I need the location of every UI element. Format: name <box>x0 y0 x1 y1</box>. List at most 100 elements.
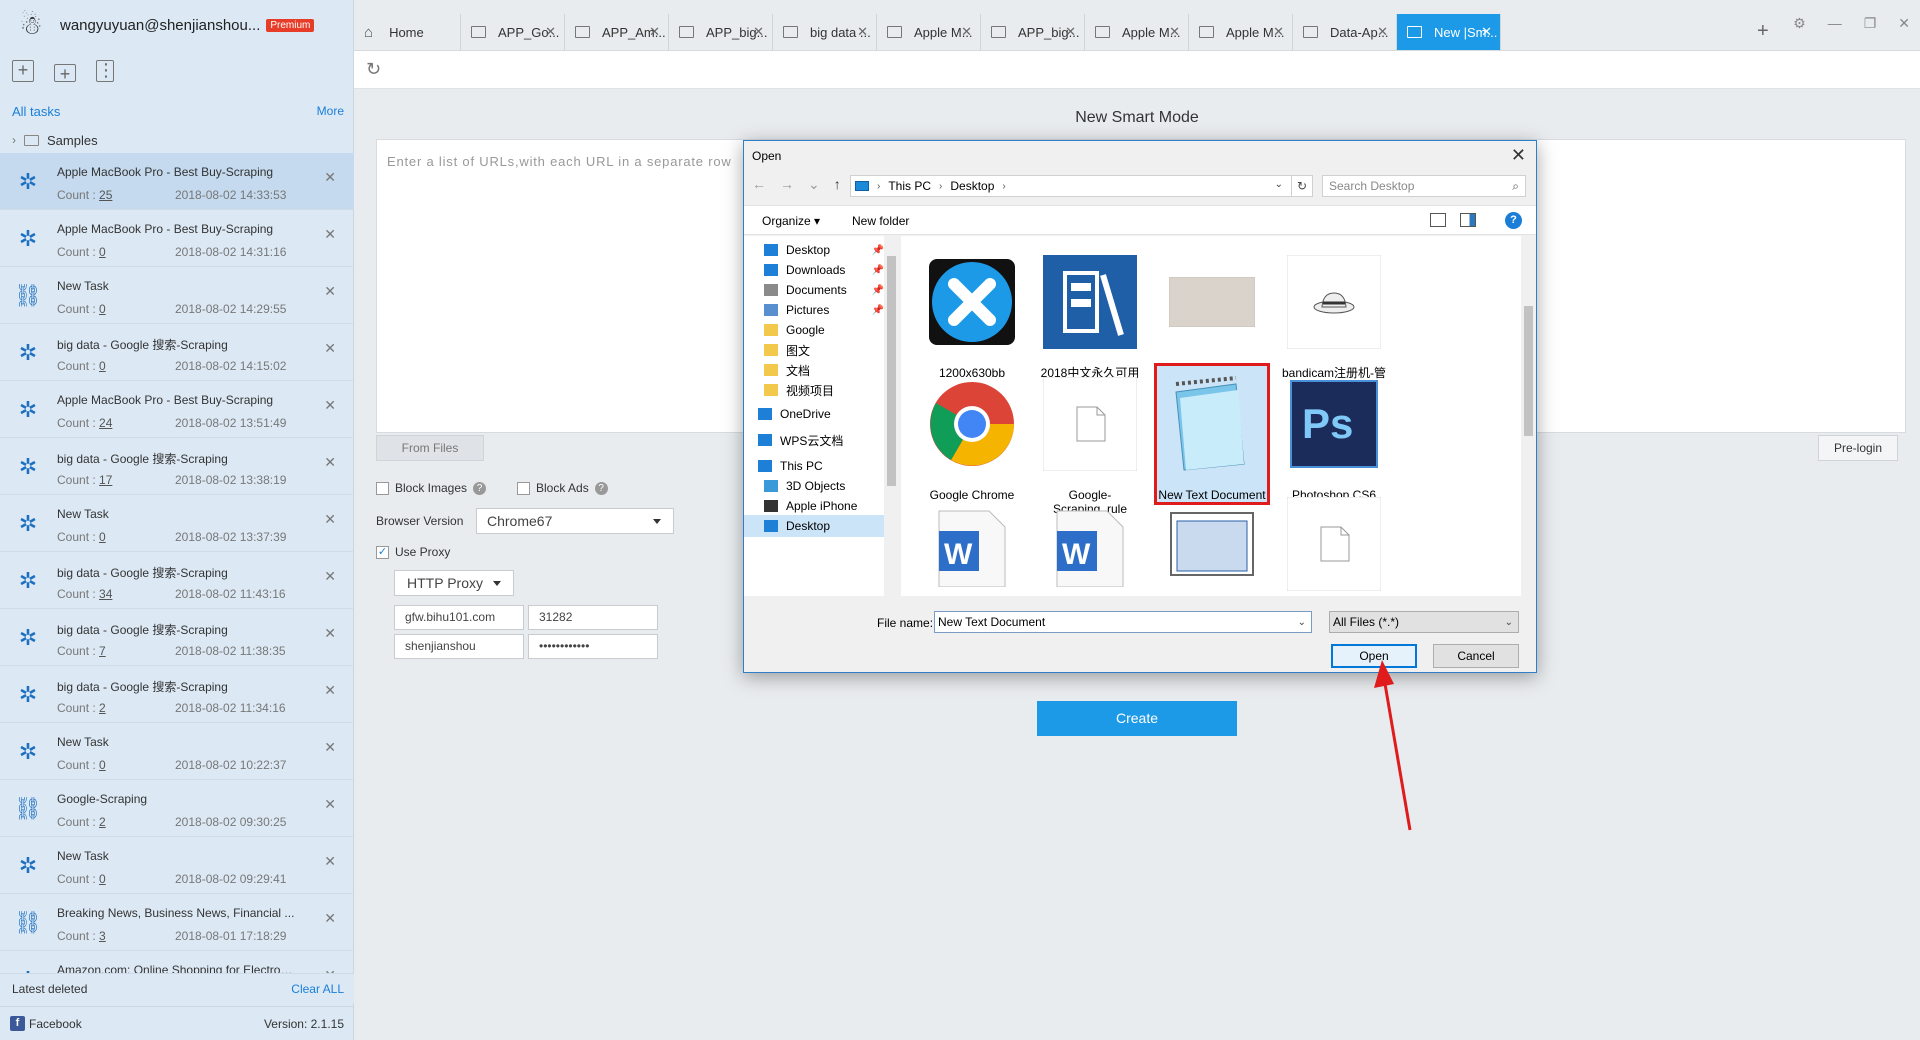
task-title[interactable]: big data - Google 搜索-Scraping <box>57 564 297 581</box>
tab[interactable]: APP_Go... ✕ <box>461 14 565 50</box>
task-count-value[interactable]: 0 <box>99 530 106 544</box>
task-count-value[interactable]: 0 <box>99 245 106 259</box>
close-window-icon[interactable]: ✕ <box>1898 15 1910 32</box>
proxy-password-input[interactable]: •••••••••••• <box>528 634 658 659</box>
task-title[interactable]: New Task <box>57 507 297 521</box>
task-item[interactable]: ✲ big data - Google 搜索-Scraping Count : 34… <box>0 552 354 609</box>
file-item[interactable]: W <box>917 486 1027 596</box>
close-icon[interactable]: ✕ <box>324 739 336 756</box>
tree-item[interactable]: 视频项目 <box>744 379 884 401</box>
close-icon[interactable]: ✕ <box>324 283 336 300</box>
tab-close-icon[interactable]: ✕ <box>649 24 660 40</box>
tab-close-icon[interactable]: ✕ <box>961 24 972 40</box>
dialog-help-icon[interactable]: ? <box>1505 212 1522 229</box>
pin-icon[interactable]: 📌 <box>872 285 884 296</box>
task-item[interactable]: ✲ big data - Google 搜索-Scraping Count : 7 2… <box>0 609 354 666</box>
tree-item[interactable]: Documents 📌 <box>744 279 884 301</box>
task-title[interactable]: New Task <box>57 849 297 863</box>
task-item[interactable]: ✲ big data - Google 搜索-Scraping Count : 0 2… <box>0 324 354 381</box>
task-count-value[interactable]: 25 <box>99 188 112 202</box>
facebook-link[interactable]: f Facebook <box>10 1016 82 1031</box>
trash-icon[interactable]: ⋮ <box>96 60 115 82</box>
tree-scrollbar-thumb[interactable] <box>887 256 896 486</box>
block-images-checkbox[interactable] <box>376 481 389 495</box>
tab-close-icon[interactable]: ✕ <box>1377 24 1388 40</box>
back-arrow-icon[interactable]: ← <box>752 176 766 193</box>
task-item[interactable]: ✲ New Task Count : 0 2018-08-02 13:37:39 ✕ <box>0 495 354 552</box>
file-name-input[interactable]: New Text Document ⌄ <box>934 611 1312 633</box>
file-type-filter[interactable]: All Files (*.*) ⌄ <box>1329 611 1519 633</box>
refresh-icon[interactable]: ↻ <box>366 59 381 80</box>
close-icon[interactable]: ✕ <box>324 340 336 357</box>
close-icon[interactable]: ✕ <box>324 454 336 471</box>
tab-close-icon[interactable]: ✕ <box>1273 24 1284 40</box>
task-title[interactable]: Apple MacBook Pro - Best Buy-Scraping <box>57 222 297 236</box>
proxy-port-input[interactable]: 31282 <box>528 605 658 630</box>
tree-item[interactable]: Google <box>744 319 884 341</box>
task-title[interactable]: big data - Google 搜索-Scraping <box>57 336 297 353</box>
use-proxy-option[interactable]: ✓ Use Proxy <box>376 545 450 559</box>
files-scrollbar[interactable] <box>1521 236 1536 596</box>
username[interactable]: wangyuyuan@shenjianshou... <box>60 17 260 34</box>
close-icon[interactable]: ✕ <box>324 568 336 585</box>
task-count-value[interactable]: 0 <box>99 302 106 316</box>
task-title[interactable]: Amazon.com: Online Shopping for Electron… <box>57 963 297 973</box>
help-icon[interactable]: ? <box>594 481 608 495</box>
block-ads-option[interactable]: Block Ads ? <box>517 481 608 495</box>
cancel-button[interactable]: Cancel <box>1433 644 1519 668</box>
tab-close-icon[interactable]: ✕ <box>545 24 556 40</box>
from-files-button[interactable]: From Files <box>376 435 484 461</box>
proxy-user-input[interactable]: shenjianshou <box>394 634 524 659</box>
clear-all-link[interactable]: Clear ALL <box>291 982 344 996</box>
task-count-value[interactable]: 34 <box>99 587 112 601</box>
tab-close-icon[interactable]: ✕ <box>1065 24 1076 40</box>
task-count-value[interactable]: 0 <box>99 359 106 373</box>
task-item[interactable]: ✲ New Task Count : 0 2018-08-02 10:22:37 ✕ <box>0 723 354 780</box>
avatar-icon[interactable]: ☃ <box>14 8 48 42</box>
task-count-value[interactable]: 2 <box>99 815 106 829</box>
pin-icon[interactable]: 📌 <box>872 305 884 316</box>
files-scrollbar-thumb[interactable] <box>1524 306 1533 436</box>
close-icon[interactable]: ✕ <box>324 397 336 414</box>
tree-item[interactable]: Downloads 📌 <box>744 259 884 281</box>
samples-folder[interactable]: › Samples <box>0 128 354 152</box>
tree-item[interactable]: 文档 <box>744 359 884 381</box>
task-title[interactable]: big data - Google 搜索-Scraping <box>57 450 297 467</box>
tab[interactable]: big data ... ✕ <box>773 14 877 50</box>
task-count-value[interactable]: 2 <box>99 701 106 715</box>
tab[interactable]: Apple M... ✕ <box>1189 14 1293 50</box>
task-item[interactable]: ⛓ New Task Count : 0 2018-08-02 14:29:55 ✕ <box>0 267 354 324</box>
breadcrumb-this-pc[interactable]: This PC <box>888 179 931 193</box>
use-proxy-checkbox[interactable]: ✓ <box>376 545 389 559</box>
close-icon[interactable]: ✕ <box>324 682 336 699</box>
file-item[interactable]: New Text Document <box>1154 363 1270 505</box>
tree-item[interactable]: 图文 <box>744 339 884 361</box>
close-icon[interactable]: ✕ <box>324 511 336 528</box>
restore-icon[interactable]: ❐ <box>1864 15 1877 32</box>
pin-icon[interactable]: 📌 <box>872 265 884 276</box>
tree-item[interactable]: Apple iPhone <box>744 495 884 517</box>
task-title[interactable]: New Task <box>57 279 297 293</box>
file-item[interactable] <box>1279 486 1389 596</box>
task-item[interactable]: ✲ big data - Google 搜索-Scraping Count : 22… <box>0 666 354 723</box>
tree-scrollbar[interactable] <box>884 236 899 596</box>
file-item[interactable]: Google Chrome <box>917 366 1027 502</box>
task-item[interactable]: ✲Amazon.com: Online Shopping for Electro… <box>0 951 354 973</box>
new-folder-button[interactable]: New folder <box>852 214 909 228</box>
more-link[interactable]: More <box>317 104 344 118</box>
task-count-value[interactable]: 7 <box>99 644 106 658</box>
close-icon[interactable]: ✕ <box>324 169 336 186</box>
path-dropdown-icon[interactable]: ⌄ <box>1275 179 1283 190</box>
task-item[interactable]: ✲ New Task Count : 0 2018-08-02 09:29:41 ✕ <box>0 837 354 894</box>
tree-item[interactable]: This PC <box>744 455 884 477</box>
dialog-refresh-icon[interactable]: ↻ <box>1291 175 1313 197</box>
browser-version-select[interactable]: Chrome67 <box>476 508 674 534</box>
address-path[interactable]: › This PC › Desktop › ⌄ <box>850 175 1306 197</box>
task-count-value[interactable]: 0 <box>99 758 106 772</box>
task-count-value[interactable]: 0 <box>99 872 106 886</box>
task-item[interactable]: ✲ big data - Google 搜索-Scraping Count : 17… <box>0 438 354 495</box>
file-item[interactable]: 1200x630bb <box>917 244 1027 380</box>
chevron-right-icon[interactable]: › <box>12 133 16 147</box>
tab-home[interactable]: ⌂ Home <box>354 14 461 50</box>
add-tab-icon[interactable]: + <box>1757 20 1769 43</box>
